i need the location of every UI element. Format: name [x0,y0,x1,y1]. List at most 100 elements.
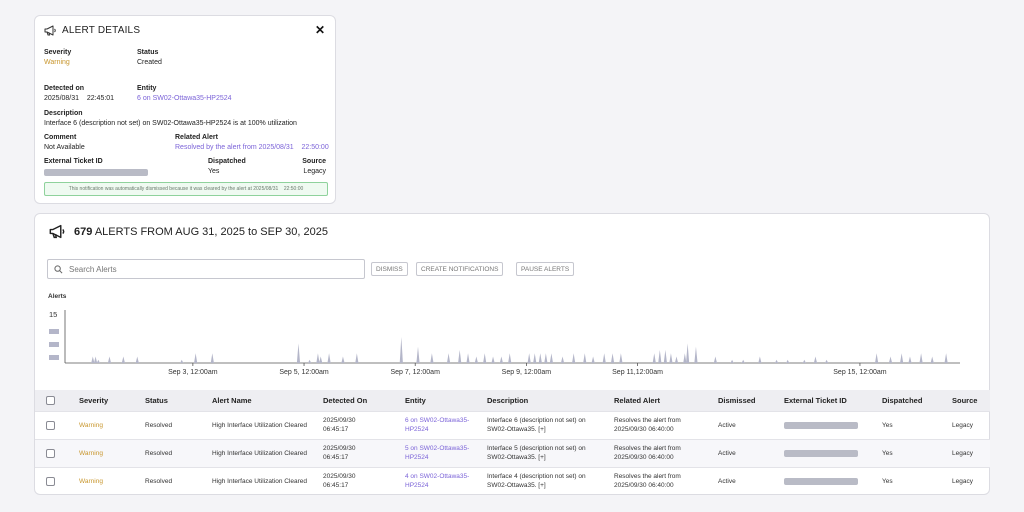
row-severity: Warning [79,477,103,485]
megaphone-icon [44,25,56,36]
related-alert-field: Related Alert Resolved by the alert from… [175,133,329,153]
alerts-header: 679 ALERTS FROM AUG 31, 2025 to SEP 30, … [49,224,328,239]
col-detected-on[interactable]: Detected On [323,390,405,411]
table-row[interactable]: Warning Resolved High Interface Utilizat… [35,439,990,467]
alert-spike [96,359,100,363]
row-detected-on: 2025/09/30 06:45:17 [323,473,356,490]
alert-spike [466,353,470,363]
y-tick-label: 15 [49,310,57,319]
alert-spike [483,353,487,363]
search-input[interactable] [69,264,349,274]
dismiss-button[interactable]: DISMISS [371,262,408,276]
alert-spike [919,353,923,363]
alert-spike [658,349,662,363]
row-alert-name: High Interface Utilization Cleared [212,477,308,485]
dispatched-value: Yes [208,168,220,175]
row-related-alert: Resolves the alert from 2025/09/30 06:40… [614,473,681,490]
row-checkbox[interactable] [46,476,55,486]
comment-value: Not Available [44,144,85,151]
col-status[interactable]: Status [145,390,212,411]
col-description[interactable]: Description [487,390,614,411]
detected-on-label: Detected on [44,85,85,92]
select-all-checkbox[interactable] [46,395,55,405]
pause-alerts-button[interactable]: PAUSE ALERTS [516,262,575,276]
comment-label: Comment [44,134,77,141]
search-box[interactable] [47,259,365,279]
row-status: Resolved [145,449,173,457]
alert-spike [774,359,779,363]
alert-spike [416,346,420,363]
external-ticket-field: External Ticket ID [44,157,148,176]
row-checkbox[interactable] [46,448,55,458]
alert-spike [900,353,904,363]
status-value: Created [137,59,162,66]
row-related-alert: Resolves the alert from 2025/09/30 06:40… [614,417,681,433]
col-source[interactable]: Source [952,390,990,411]
related-alert-label: Related Alert [175,134,218,141]
col-dispatched[interactable]: Dispatched [882,390,952,411]
row-dispatched: Yes [882,421,893,429]
row-description[interactable]: Interface 5 (description not set) on SW0… [487,439,614,467]
alert-spike [508,353,512,363]
alert-spike [610,353,615,363]
alert-spike [802,359,806,363]
description-label: Description [44,110,83,117]
row-entity-link[interactable]: 5 on SW02-Ottawa35-HP2524 [405,439,487,467]
close-icon[interactable]: ✕ [315,23,325,37]
alerts-table: Severity Status Alert Name Detected On E… [35,390,990,495]
dispatched-label: Dispatched [208,158,246,165]
row-description[interactable]: Interface 6 (description not set) on SW0… [487,411,614,439]
row-description[interactable]: Interface 4 (description not set) on SW0… [487,467,614,495]
alert-details-header: ALERT DETAILS [44,25,140,36]
entity-field: Entity 6 on SW02-Ottawa35-HP2524 [137,84,232,104]
x-tick-label: Sep 9, 12:00am [502,369,552,376]
col-alert-name[interactable]: Alert Name [212,390,323,411]
alert-spike [499,356,503,363]
severity-value: Warning [44,59,70,66]
alert-spike [210,353,214,363]
alert-spike [560,356,565,363]
col-related-alert[interactable]: Related Alert [614,390,718,411]
alert-spike [180,359,184,363]
alert-spike [296,343,301,363]
col-severity[interactable]: Severity [79,390,145,411]
col-external-ticket-id[interactable]: External Ticket ID [784,390,882,411]
create-notifications-button[interactable]: CREATE NOTIFICATIONS [416,262,504,276]
alert-spike [446,353,451,363]
entity-link[interactable]: 6 on SW02-Ottawa35-HP2524 [137,94,232,104]
alert-spike [458,349,462,363]
alert-spike [713,356,718,363]
alert-spike [474,356,478,363]
row-entity-link[interactable]: 6 on SW02-Ottawa35-HP2524 [405,411,487,439]
table-row[interactable]: Warning Resolved High Interface Utilizat… [35,467,990,495]
redacted-ticket-bar [784,449,858,457]
alert-spike [121,356,125,363]
row-checkbox[interactable] [46,420,55,430]
col-dismissed[interactable]: Dismissed [718,390,784,411]
row-detected-on: 2025/09/30 06:45:17 [323,445,356,461]
col-entity[interactable]: Entity [405,390,487,411]
alerts-range: ALERTS FROM AUG 31, 2025 to SEP 30, 2025 [94,225,328,238]
x-tick-label: Sep 5, 12:00am [279,369,329,376]
status-label: Status [137,49,159,56]
source-value: Legacy [303,168,326,175]
x-tick-label: Sep 3, 12:00am [168,369,218,376]
alerts-panel: 679 ALERTS FROM AUG 31, 2025 to SEP 30, … [34,213,990,495]
x-tick-label: Sep 7, 12:00am [390,369,440,376]
redacted-ticket-bar [784,477,858,485]
related-alert-link[interactable]: Resolved by the alert from 2025/08/31 22… [175,143,329,153]
alert-spike [663,349,667,363]
alert-spike [355,353,359,363]
table-row[interactable]: Warning Resolved High Interface Utilizat… [35,411,990,439]
row-dispatched: Yes [882,449,893,457]
alert-spike [824,359,829,363]
alert-spike [786,359,790,363]
alert-spike [888,356,893,363]
y-axis-block [49,342,59,347]
alert-spike [135,356,139,363]
row-entity-link[interactable]: 4 on SW02-Ottawa35-HP2524 [405,467,487,495]
x-tick-label: Sep 11,12:00am [612,369,663,376]
y-axis-block [49,329,59,334]
external-ticket-label: External Ticket ID [44,158,103,165]
alert-spike [875,353,879,363]
